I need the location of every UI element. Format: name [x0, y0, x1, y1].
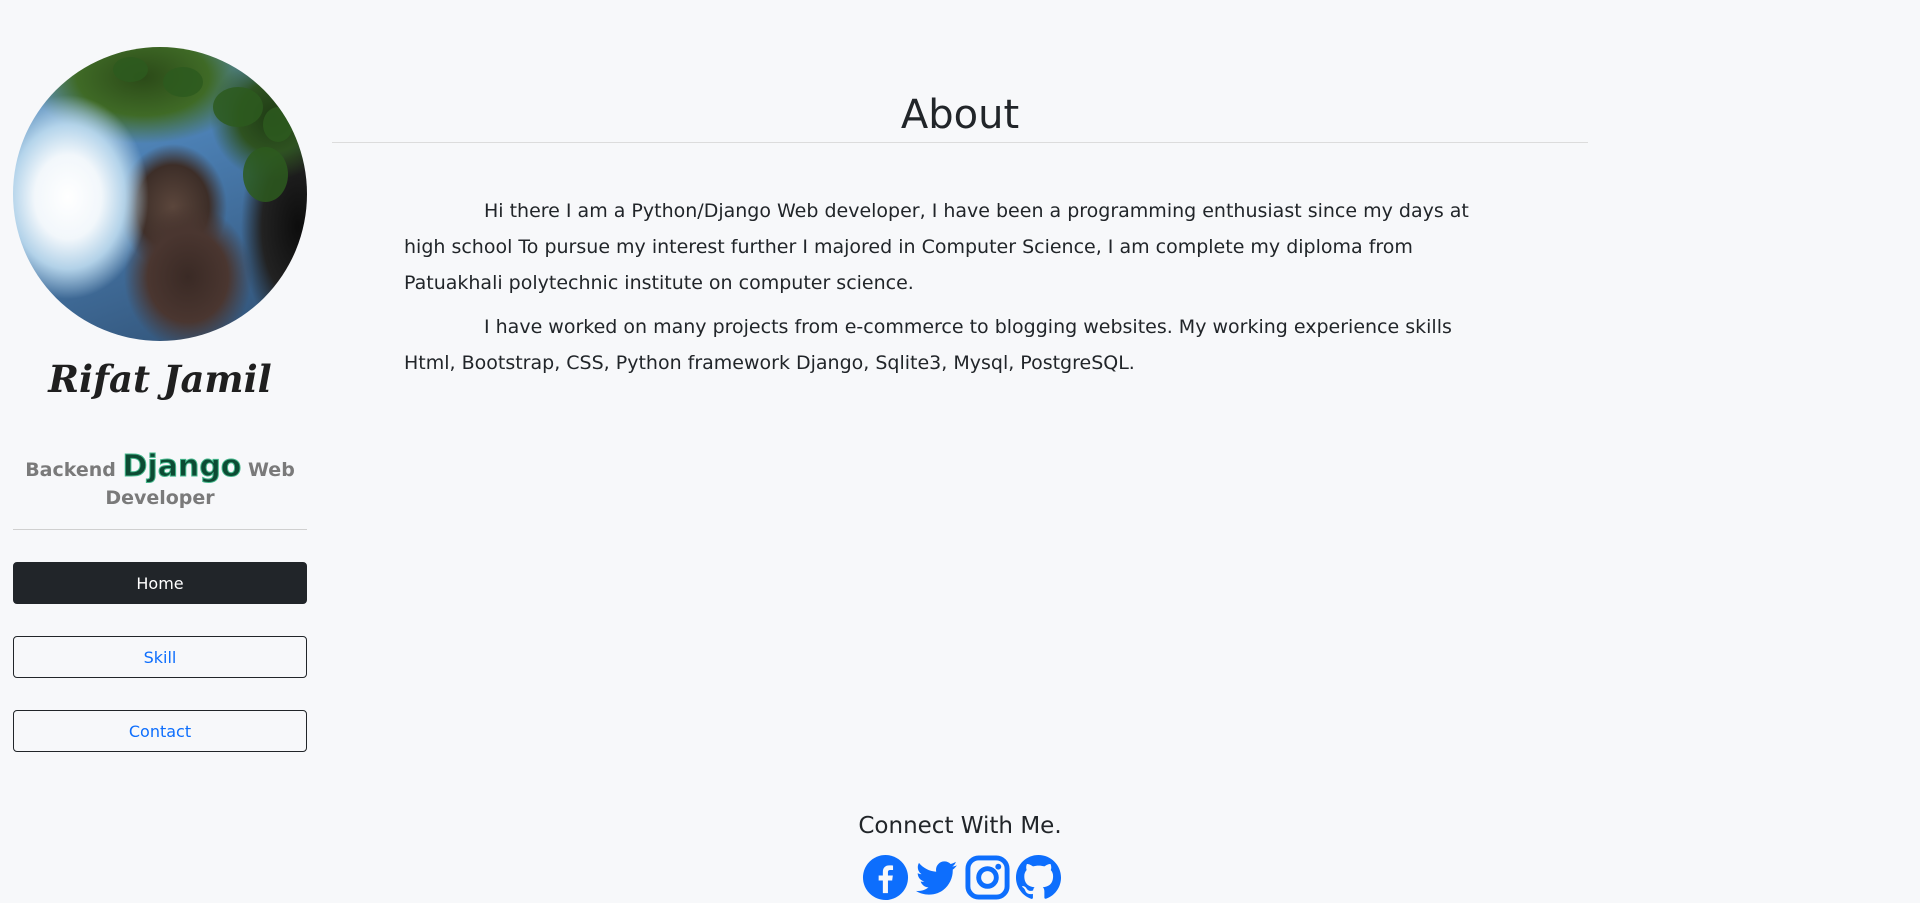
about-paragraph-1: Hi there I am a Python/Django Web develo… — [404, 200, 1469, 294]
page-title: About — [900, 92, 1020, 138]
profile-role: Backend Django Web Developer — [13, 451, 307, 512]
sidebar-divider — [13, 529, 307, 530]
nav-home-button[interactable]: Home — [13, 562, 307, 604]
role-prefix: Backend — [25, 459, 116, 481]
social-links — [862, 854, 1062, 901]
nav-contact-button[interactable]: Contact — [13, 710, 307, 752]
profile-name: Rifat Jamil — [48, 357, 272, 401]
connect-heading: Connect With Me. — [858, 813, 1062, 839]
github-icon[interactable] — [1015, 854, 1062, 901]
profile-avatar — [13, 47, 307, 341]
role-django-logo: Django — [122, 449, 242, 484]
twitter-icon[interactable] — [913, 854, 960, 901]
about-text: Hi there I am a Python/Django Web develo… — [404, 193, 1504, 389]
footer: Connect With Me. — [0, 813, 1920, 901]
instagram-icon[interactable] — [964, 854, 1011, 901]
about-paragraph-2: I have worked on many projects from e-co… — [404, 316, 1452, 374]
nav-skill-button[interactable]: Skill — [13, 636, 307, 678]
title-divider — [332, 142, 1588, 143]
facebook-icon[interactable] — [862, 854, 909, 901]
